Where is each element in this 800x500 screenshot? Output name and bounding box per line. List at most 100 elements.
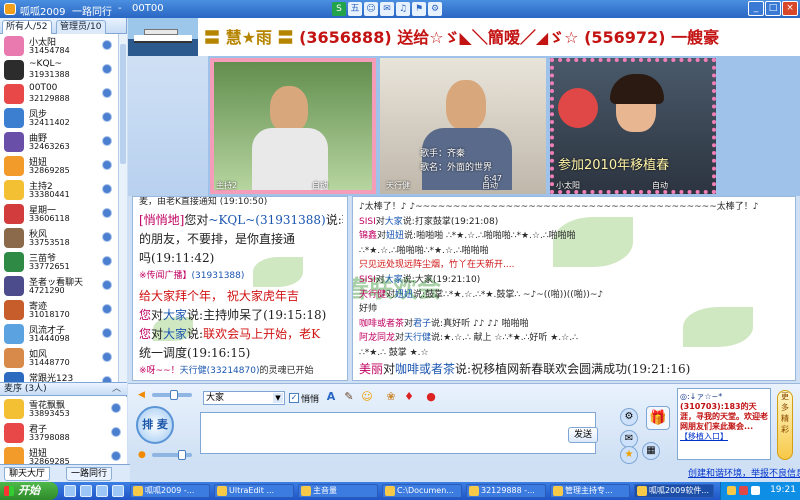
public-chat-pane[interactable]: 麦，由老K直接通知 (19:10:50) [悄悄地]您对~KQL~(319313…: [132, 196, 348, 381]
camera-status-icon[interactable]: [111, 403, 121, 413]
room-ad-panel[interactable]: ◎:↓ァ☆~* (310703):183的天涯，寻我的天堂。欢迎老网朋友们来此聚…: [677, 388, 771, 460]
camera-status-icon[interactable]: [102, 112, 112, 122]
camera-status-icon[interactable]: [102, 160, 112, 170]
quicklaunch-media-icon[interactable]: [80, 485, 92, 497]
gift-shop-icon[interactable]: 🎁: [646, 406, 670, 430]
user-list-item[interactable]: 雪花飘飘 33893453: [0, 397, 127, 421]
camera-status-icon[interactable]: [102, 40, 112, 50]
star-icon[interactable]: ★: [620, 446, 638, 464]
tray-volume-icon[interactable]: [751, 486, 760, 495]
user-list-item[interactable]: 寄迹 31018170: [0, 298, 118, 322]
bomb-icon[interactable]: ●: [424, 390, 438, 404]
chat-target[interactable]: 天行健: [404, 333, 431, 343]
taskbar-button[interactable]: UltraEdit ...: [214, 484, 294, 498]
smile-icon[interactable]: ☺: [364, 2, 378, 16]
taskbar-button[interactable]: 呱呱2009软件...: [634, 484, 714, 498]
chat-target[interactable]: 君子: [413, 319, 431, 329]
camera-status-icon[interactable]: [102, 280, 112, 290]
user-list-item[interactable]: 三苗爷 33772651: [0, 250, 118, 274]
user-list-item[interactable]: 凤步 32411402: [0, 106, 118, 130]
chat-speaker[interactable]: 您: [139, 327, 151, 341]
tab-chat-hall[interactable]: 聊天大厅: [4, 467, 51, 481]
user-list-item[interactable]: 曲野 32463263: [0, 130, 118, 154]
user-list-item[interactable]: 妞妞 32869285: [0, 154, 118, 178]
quicklaunch-ie-icon[interactable]: [64, 485, 76, 497]
font-tool-icon[interactable]: 五: [348, 2, 362, 16]
font-icon[interactable]: A: [324, 390, 338, 404]
chevron-up-icon[interactable]: ︿: [112, 383, 121, 396]
chat-target[interactable]: 妞妞: [386, 231, 404, 241]
chat-target[interactable]: 大家: [163, 327, 187, 341]
chat-speaker[interactable]: 阿龙同龙: [359, 333, 395, 343]
chat-target[interactable]: (31931388): [192, 271, 245, 281]
skin-icon[interactable]: ⚑: [412, 2, 426, 16]
user-list-item[interactable]: 主持2 33380441: [0, 178, 118, 202]
chat-speaker[interactable]: [悄悄地]: [139, 213, 184, 227]
chat-target[interactable]: 天行健(33214870): [180, 366, 260, 376]
settings-icon[interactable]: ⚙: [428, 2, 442, 16]
camera-status-icon[interactable]: [111, 427, 121, 437]
chat-target[interactable]: ~KQL~(31931388): [208, 213, 325, 227]
video-guest[interactable]: 参加2010年移植春 小太阳 自动: [550, 58, 716, 194]
camera-status-icon[interactable]: [102, 208, 112, 218]
tray-app-icon[interactable]: [727, 486, 736, 495]
chat-speaker[interactable]: 美丽: [359, 362, 383, 376]
slider-knob[interactable]: [170, 390, 178, 400]
user-list-item[interactable]: 圣者ッ看聊天 4721290: [0, 274, 118, 298]
mic-queue-header[interactable]: 麦序 (3人) ︿: [0, 382, 127, 396]
camera-status-icon[interactable]: [102, 64, 112, 74]
chat-speaker[interactable]: ※传闻广播】: [139, 271, 192, 281]
camera-status-icon[interactable]: [102, 256, 112, 266]
recipient-select[interactable]: 大家 ▼: [203, 391, 285, 405]
chat-speaker[interactable]: ※呀~~！: [139, 366, 180, 376]
minimize-button[interactable]: _: [748, 1, 764, 16]
whisper-checkbox[interactable]: ✓: [289, 393, 299, 403]
user-list-item[interactable]: 星期一 33606118: [0, 202, 118, 226]
camera-status-icon[interactable]: [102, 304, 112, 314]
flower-icon[interactable]: ❀: [384, 390, 398, 404]
chat-speaker[interactable]: SISI: [359, 275, 376, 285]
chat-speaker[interactable]: SISI: [359, 217, 376, 227]
tab-room[interactable]: 一路同行: [66, 467, 113, 481]
user-list-item[interactable]: 如风 31448770: [0, 346, 118, 370]
user-list-item[interactable]: 秋风 33753518: [0, 226, 118, 250]
send-button[interactable]: 发送: [568, 427, 598, 443]
chat-target[interactable]: 大家: [163, 308, 187, 322]
volume-slider[interactable]: [152, 390, 192, 400]
chat-target[interactable]: 大家: [385, 275, 403, 285]
user-list-item[interactable]: 凤流才子 31444098: [0, 322, 118, 346]
camera-status-icon[interactable]: [102, 232, 112, 242]
chat-target[interactable]: 大家: [385, 217, 403, 227]
chat-speaker[interactable]: 锦鑫: [359, 231, 377, 241]
chat-target[interactable]: 妞妞: [395, 290, 413, 300]
tab-admins[interactable]: 管理员/10: [56, 20, 106, 34]
user-list-scrollbar[interactable]: [118, 34, 127, 396]
card-icon[interactable]: ▦: [642, 442, 660, 460]
slider-knob[interactable]: [178, 450, 186, 460]
chat-icon[interactable]: ✉: [380, 2, 394, 16]
close-button[interactable]: ×: [782, 1, 798, 16]
tab-all-users[interactable]: 所有人/52: [2, 20, 52, 34]
chevron-down-icon[interactable]: ▼: [273, 393, 283, 403]
mic-volume-slider[interactable]: [152, 450, 192, 460]
camera-status-icon[interactable]: [102, 352, 112, 362]
user-list-item[interactable]: 小太阳 31454784: [0, 34, 118, 58]
report-link[interactable]: 创建和谐环境，举报不良信息: [688, 466, 800, 479]
camera-status-icon[interactable]: [111, 451, 121, 461]
user-list-item[interactable]: ~KQL~ 31931388: [0, 58, 118, 82]
camera-status-icon[interactable]: [102, 88, 112, 98]
room-chat-pane[interactable]: 植网新春联欢会 ♪太棒了！♪ ♪~~~~~~~~~~~~~~~~~~~~~~~~…: [352, 196, 796, 381]
quicklaunch-folder-icon[interactable]: [112, 485, 124, 497]
quicklaunch-desktop-icon[interactable]: [96, 485, 108, 497]
taskbar-button[interactable]: C:\Documen...: [382, 484, 462, 498]
camera-status-icon[interactable]: [102, 136, 112, 146]
tray-antivirus-icon[interactable]: [739, 486, 748, 495]
emoji-icon[interactable]: ☺: [360, 390, 374, 404]
user-list-item[interactable]: 妞妞 32869285: [0, 445, 127, 464]
camera-status-icon[interactable]: [102, 328, 112, 338]
taskbar-button[interactable]: 32129888 -...: [466, 484, 546, 498]
ad-link[interactable]: 【移植入口】: [680, 432, 728, 441]
gift-icon[interactable]: ♦: [402, 390, 416, 404]
settings-icon[interactable]: ⚙: [620, 408, 638, 426]
chat-target[interactable]: 咖啡或者茶: [395, 362, 455, 376]
